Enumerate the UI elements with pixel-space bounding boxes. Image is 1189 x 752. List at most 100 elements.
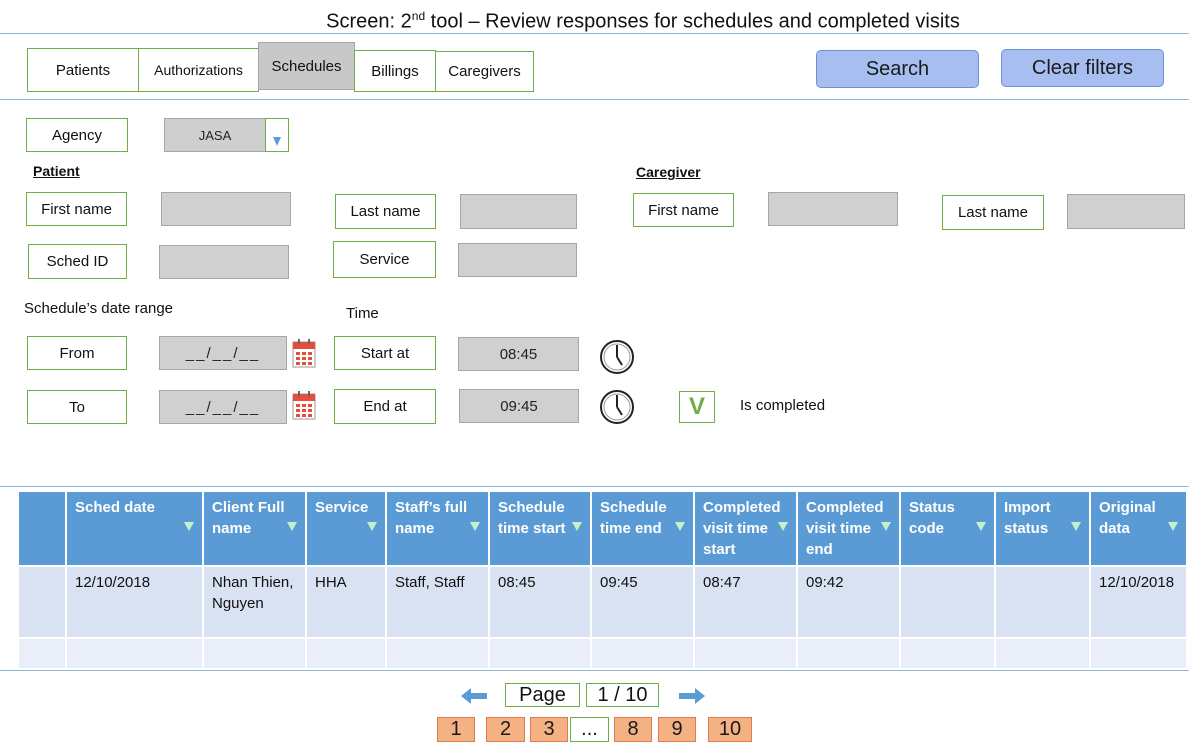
agency-select[interactable]: JASA (164, 118, 266, 152)
caregiver-first-name-label: First name (633, 193, 734, 227)
filter-icon[interactable] (976, 522, 986, 531)
chevron-down-icon (273, 137, 281, 146)
table-cell: 08:45 (489, 565, 592, 638)
from-label: From (27, 336, 127, 370)
service-label: Service (333, 241, 436, 278)
is-completed-checkbox[interactable]: V (679, 391, 715, 423)
divider (0, 670, 1189, 671)
end-time-input[interactable]: 09:45 (459, 389, 579, 423)
column-header-client[interactable]: Client Full name (203, 492, 307, 566)
table-cell (1090, 637, 1186, 668)
filter-icon[interactable] (287, 522, 297, 531)
column-header-time-end[interactable]: Schedule time end (591, 492, 695, 566)
table-cell (995, 565, 1091, 638)
page-button-1[interactable]: 1 (437, 717, 475, 742)
is-completed-label: Is completed (740, 397, 826, 414)
column-header-visit-end[interactable]: Completed visit time end (797, 492, 901, 566)
column-header-staff[interactable]: Staff’s full name (386, 492, 490, 566)
filter-icon[interactable] (881, 522, 891, 531)
search-button[interactable]: Search (816, 50, 979, 88)
tab-patients[interactable]: Patients (27, 48, 139, 92)
table-cell (66, 637, 204, 668)
table-cell: HHA (306, 565, 387, 638)
filter-icon[interactable] (675, 522, 685, 531)
calendar-icon[interactable] (292, 338, 316, 368)
previous-page-arrow-icon[interactable] (461, 688, 487, 704)
table-cell: 08:47 (694, 565, 798, 638)
clock-icon[interactable] (599, 389, 635, 425)
caregiver-section-title: Caregiver (636, 164, 701, 180)
end-at-label: End at (334, 389, 436, 424)
page-button-3[interactable]: 3 (530, 717, 568, 742)
tab-schedules[interactable]: Schedules (258, 42, 355, 90)
column-header-visit-start[interactable]: Completed visit time start (694, 492, 798, 566)
column-header-time-start[interactable]: Schedule time start (489, 492, 592, 566)
filter-icon[interactable] (1071, 522, 1081, 531)
to-label: To (27, 390, 127, 424)
table-cell (386, 637, 490, 668)
table-cell (900, 565, 996, 638)
patient-first-name-input[interactable] (161, 192, 291, 226)
column-header-status-code[interactable]: Status code (900, 492, 996, 566)
table-cell (306, 637, 387, 668)
start-at-label: Start at (334, 336, 436, 370)
to-date-input[interactable]: __/__/__ (159, 390, 287, 424)
divider (0, 33, 1189, 34)
caregiver-first-name-input[interactable] (768, 192, 898, 226)
patient-last-name-label: Last name (335, 194, 436, 229)
filter-icon[interactable] (367, 522, 377, 531)
next-page-arrow-icon[interactable] (679, 688, 705, 704)
table-cell: 09:42 (797, 565, 901, 638)
page-indicator: 1 / 10 (586, 683, 659, 707)
filter-icon[interactable] (1168, 522, 1178, 531)
table-cell (694, 637, 798, 668)
sched-id-label: Sched ID (28, 244, 127, 279)
column-header-select (19, 492, 67, 566)
clock-icon[interactable] (599, 339, 635, 375)
table-cell: Staff, Staff (386, 565, 490, 638)
patient-last-name-input[interactable] (460, 194, 577, 229)
page-label: Page (505, 683, 580, 707)
table-row[interactable]: 12/10/2018 Nhan Thien, Nguyen HHA Staff,… (19, 565, 1186, 638)
caregiver-last-name-label: Last name (942, 195, 1044, 230)
filter-icon[interactable] (184, 522, 194, 531)
filter-icon[interactable] (778, 522, 788, 531)
table-cell (995, 637, 1091, 668)
calendar-icon[interactable] (292, 390, 316, 420)
clear-filters-button[interactable]: Clear filters (1001, 49, 1164, 87)
column-header-sched-date[interactable]: Sched date (66, 492, 204, 566)
page-button-9[interactable]: 9 (658, 717, 696, 742)
table-cell (19, 637, 67, 668)
patient-first-name-label: First name (26, 192, 127, 226)
table-cell (591, 637, 695, 668)
start-time-input[interactable]: 08:45 (458, 337, 579, 371)
page-button-2[interactable]: 2 (486, 717, 525, 742)
filter-icon[interactable] (572, 522, 582, 531)
table-cell (900, 637, 996, 668)
tab-caregivers[interactable]: Caregivers (435, 51, 534, 92)
caregiver-last-name-input[interactable] (1067, 194, 1185, 229)
from-date-input[interactable]: __/__/__ (159, 336, 287, 370)
table-header-row: Sched date Client Full name Service Staf… (19, 492, 1186, 566)
filter-icon[interactable] (470, 522, 480, 531)
results-table: Sched date Client Full name Service Staf… (19, 492, 1186, 668)
tab-billings[interactable]: Billings (354, 50, 436, 92)
column-header-service[interactable]: Service (306, 492, 387, 566)
column-header-import-status[interactable]: Import status (995, 492, 1091, 566)
table-cell (19, 565, 67, 638)
table-row[interactable] (19, 637, 1186, 668)
page-ellipsis: ... (570, 717, 609, 742)
page-button-10[interactable]: 10 (708, 717, 752, 742)
screen-title: Screen: 2nd tool – Review responses for … (326, 9, 960, 33)
tab-authorizations[interactable]: Authorizations (138, 48, 259, 92)
sched-id-input[interactable] (159, 245, 289, 279)
date-range-heading: Schedule’s date range (24, 300, 174, 317)
column-header-original-data[interactable]: Original data (1090, 492, 1186, 566)
divider (0, 486, 1189, 487)
service-input[interactable] (458, 243, 577, 277)
agency-dropdown-button[interactable] (265, 118, 289, 152)
table-cell (797, 637, 901, 668)
table-cell: Nhan Thien, Nguyen (203, 565, 307, 638)
table-cell: 12/10/2018 (66, 565, 204, 638)
page-button-8[interactable]: 8 (614, 717, 652, 742)
